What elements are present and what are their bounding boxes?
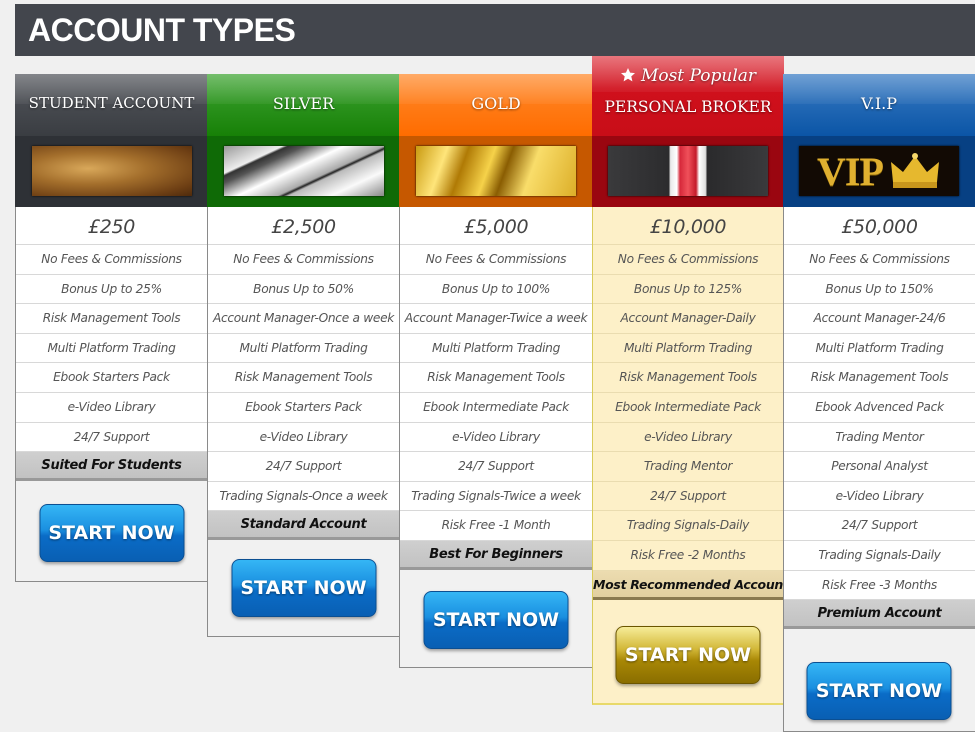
feature-item: Risk Management Tools	[208, 363, 399, 393]
feature-item: Ebook Starters Pack	[16, 363, 207, 393]
start-now-button[interactable]: START NOW	[615, 626, 761, 684]
plan-price: £2,500	[208, 207, 399, 245]
feature-item: Trading Signals-Once a week	[208, 482, 399, 512]
plan-personal-broker: Most Popular PERSONAL BROKER £10,000 No …	[592, 56, 789, 705]
feature-item: Risk Free -1 Month	[400, 511, 592, 541]
plan-vip: V.I.P VIP £50,000 No Fees & Commissions …	[783, 74, 975, 732]
plan-silver: SILVER £2,500 No Fees & Commissions Bonu…	[207, 74, 400, 637]
suit-and-tie-image	[608, 146, 768, 196]
feature-item: No Fees & Commissions	[16, 245, 207, 275]
feature-item: Account Manager-Once a week	[208, 304, 399, 334]
feature-item: Trading Signals-Twice a week	[400, 482, 592, 512]
feature-item: Multi Platform Trading	[208, 334, 399, 364]
start-now-button[interactable]: START NOW	[39, 504, 184, 562]
feature-item: e-Video Library	[593, 423, 783, 453]
page-title: ACCOUNT TYPES	[28, 12, 296, 48]
crown-icon	[890, 153, 939, 188]
plan-price: £250	[16, 207, 207, 245]
feature-item: Account Manager-Twice a week	[400, 304, 592, 334]
feature-item: Bonus Up to 125%	[593, 275, 783, 305]
plan-tagline: Best For Beginners	[400, 540, 592, 570]
feature-item: Multi Platform Trading	[16, 334, 207, 364]
start-now-button[interactable]: START NOW	[423, 591, 569, 649]
feature-item: e-Video Library	[16, 393, 207, 423]
start-now-button[interactable]: START NOW	[806, 662, 952, 720]
feature-item: 24/7 Support	[784, 511, 975, 541]
feature-item: Personal Analyst	[784, 452, 975, 482]
feature-item: No Fees & Commissions	[784, 245, 975, 275]
badge-label: Most Popular	[640, 66, 757, 86]
feature-item: 24/7 Support	[593, 482, 783, 512]
silver-metal-image	[223, 146, 384, 196]
plan-badge: Most Popular	[592, 66, 784, 86]
page-header: ACCOUNT TYPES	[15, 4, 975, 56]
start-now-button[interactable]: START NOW	[231, 559, 376, 617]
feature-item: Ebook Intermediate Pack	[593, 393, 783, 423]
plan-header: GOLD	[399, 74, 593, 207]
feature-item: 24/7 Support	[208, 452, 399, 482]
feature-item: Bonus Up to 25%	[16, 275, 207, 305]
feature-item: Trading Mentor	[593, 452, 783, 482]
vip-crown-image: VIP	[799, 146, 959, 196]
plan-name: PERSONAL BROKER	[604, 98, 772, 116]
feature-item: Multi Platform Trading	[784, 334, 975, 364]
feature-item: 24/7 Support	[400, 452, 592, 482]
feature-item: Account Manager-Daily	[593, 304, 783, 334]
plan-name: STUDENT ACCOUNT	[28, 94, 195, 112]
plan-tagline: Most Recommended Account	[593, 570, 789, 600]
plan-header: V.I.P VIP	[783, 74, 975, 207]
plan-header: STUDENT ACCOUNT	[15, 74, 208, 207]
feature-item: Risk Free -3 Months	[784, 571, 975, 601]
feature-item: Ebook Advenced Pack	[784, 393, 975, 423]
plan-gold: GOLD £5,000 No Fees & Commissions Bonus …	[399, 74, 593, 668]
feature-list: £2,500 No Fees & Commissions Bonus Up to…	[207, 207, 400, 541]
feature-list: £250 No Fees & Commissions Bonus Up to 2…	[15, 207, 208, 482]
bronze-texture-image	[31, 146, 192, 196]
feature-item: 24/7 Support	[16, 423, 207, 453]
feature-item: Trading Signals-Daily	[593, 511, 783, 541]
plan-name: V.I.P	[860, 94, 897, 113]
plan-tagline: Premium Account	[784, 600, 975, 630]
feature-item: Multi Platform Trading	[400, 334, 592, 364]
feature-item: Bonus Up to 100%	[400, 275, 592, 305]
feature-item: Risk Management Tools	[593, 363, 783, 393]
plan-header: Most Popular PERSONAL BROKER	[592, 56, 784, 207]
feature-item: Account Manager-24/6	[784, 304, 975, 334]
feature-item: Trading Mentor	[784, 423, 975, 453]
feature-item: Risk Management Tools	[400, 363, 592, 393]
feature-item: e-Video Library	[784, 482, 975, 512]
feature-list: £50,000 No Fees & Commissions Bonus Up t…	[783, 207, 975, 630]
star-icon	[620, 68, 635, 82]
feature-item: Risk Free -2 Months	[593, 541, 783, 571]
feature-item: No Fees & Commissions	[400, 245, 592, 275]
feature-item: Risk Management Tools	[16, 304, 207, 334]
plan-name: SILVER	[272, 94, 335, 113]
plan-price: £5,000	[400, 207, 592, 245]
feature-item: Risk Management Tools	[784, 363, 975, 393]
feature-item: No Fees & Commissions	[208, 245, 399, 275]
feature-item: Trading Signals-Daily	[784, 541, 975, 571]
plan-price: £10,000	[593, 207, 783, 245]
feature-list: £5,000 No Fees & Commissions Bonus Up to…	[399, 207, 593, 570]
feature-item: Multi Platform Trading	[593, 334, 783, 364]
plan-student: STUDENT ACCOUNT £250 No Fees & Commissio…	[15, 74, 208, 582]
feature-item: Bonus Up to 50%	[208, 275, 399, 305]
feature-list: £10,000 No Fees & Commissions Bonus Up t…	[592, 207, 789, 600]
vip-logo-text: VIP	[817, 148, 884, 194]
plan-tagline: Suited For Students	[16, 452, 207, 482]
plan-tagline: Standard Account	[208, 511, 399, 541]
plan-price: £50,000	[784, 207, 975, 245]
feature-item: Bonus Up to 150%	[784, 275, 975, 305]
feature-item: Ebook Intermediate Pack	[400, 393, 592, 423]
feature-item: Ebook Starters Pack	[208, 393, 399, 423]
feature-item: e-Video Library	[400, 423, 592, 453]
feature-item: e-Video Library	[208, 423, 399, 453]
gold-bars-image	[416, 146, 576, 196]
plan-header: SILVER	[207, 74, 400, 207]
plan-name: GOLD	[471, 94, 521, 113]
feature-item: No Fees & Commissions	[593, 245, 783, 275]
